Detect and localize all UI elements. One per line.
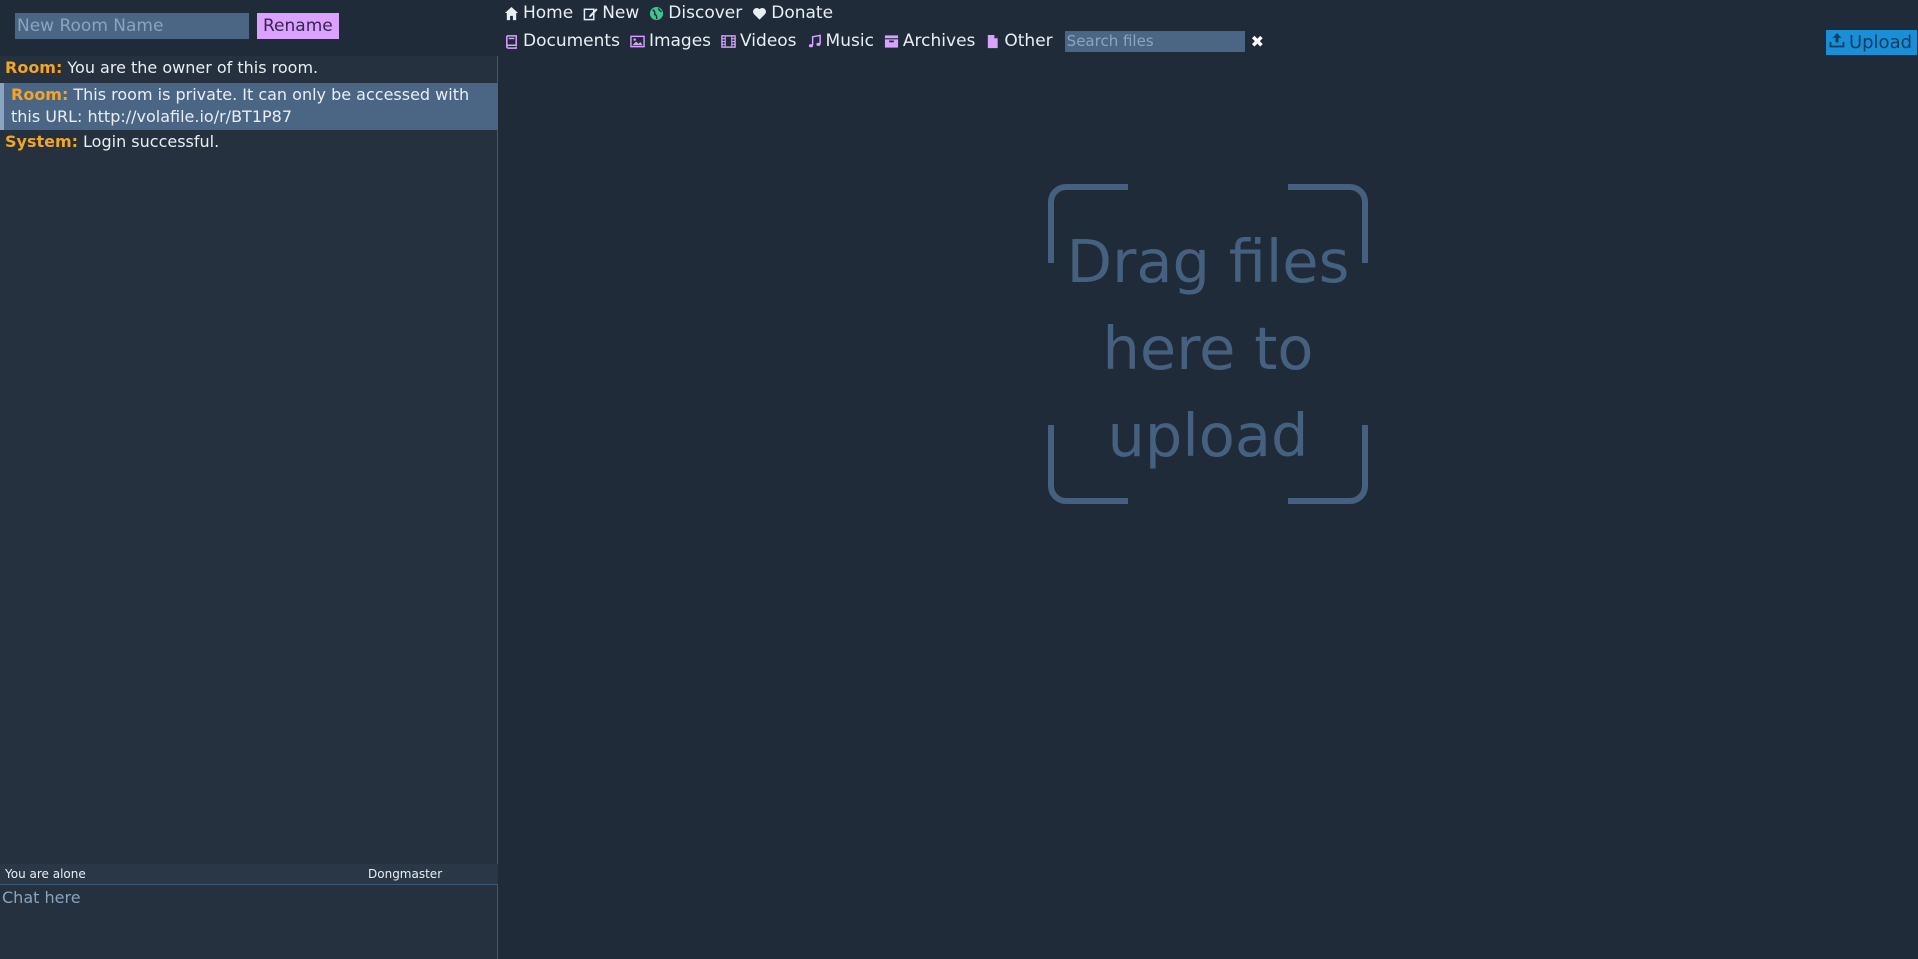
edit-icon [583,6,598,21]
filter-label: Videos [740,31,797,51]
nav-discover[interactable]: Discover [649,3,742,23]
home-icon [504,6,519,21]
message-author[interactable]: Room: [5,58,62,77]
filter-label: Images [648,31,712,51]
rename-button[interactable]: Rename [257,13,339,39]
filter-label: Documents [523,31,620,51]
message-author[interactable]: Room: [11,85,68,104]
filter-music[interactable]: Music [807,31,874,51]
file-panel: Home New Discover Donate Documents Image… [499,0,1918,959]
nav-donate[interactable]: Donate [752,3,833,23]
message-text: Login successful. [83,132,220,151]
filter-label: Archives [902,31,976,51]
drop-zone[interactable]: Drag files here to upload [1048,184,1368,504]
nav-label: Discover [668,3,743,23]
message-author[interactable]: System: [5,132,78,151]
music-icon [807,34,822,49]
nav-new[interactable]: New [583,3,639,23]
file-icon [985,34,1000,49]
upload-button[interactable]: Upload [1826,30,1917,55]
upload-label: Upload [1848,32,1913,53]
globe-icon [649,6,664,21]
film-icon [721,34,736,49]
drop-text-line: Drag files [1066,227,1350,296]
chat-input[interactable] [0,886,497,959]
message-text: This room is private. It can only be acc… [11,85,470,126]
file-filters: Documents Images Videos Music Archives O… [504,30,1264,52]
clear-search-icon[interactable]: ✖ [1251,32,1264,51]
nav-label: Home [523,3,574,23]
chat-messages: Room: You are the owner of this room. Roo… [0,56,498,155]
image-icon [630,34,645,49]
archive-icon [884,34,899,49]
filter-other[interactable]: Other [985,31,1053,51]
drop-text-line: upload [1107,401,1309,470]
drop-zone-text: Drag files here to upload [1048,218,1368,479]
filter-archives[interactable]: Archives [884,31,975,51]
nav-home[interactable]: Home [504,3,573,23]
filter-documents[interactable]: Documents [504,31,620,51]
heart-icon [752,6,767,21]
search-files-input[interactable] [1064,30,1245,52]
room-name-input[interactable] [15,13,249,39]
drop-text-line: here to [1102,314,1314,383]
filter-label: Music [825,31,874,51]
filter-videos[interactable]: Videos [721,31,797,51]
nav-label: Donate [771,3,834,23]
nav-label: New [602,3,640,23]
user-list-bar: You are alone Dongmaster [0,864,498,885]
upload-icon [1829,32,1845,53]
user-count-label: You are alone [5,867,86,881]
message-text: You are the owner of this room. [67,58,319,77]
rename-bar: Rename [0,0,498,56]
filter-images[interactable]: Images [630,31,711,51]
chat-message-highlighted: Room: This room is private. It can only b… [0,83,498,130]
chat-message: Room: You are the owner of this room. [0,56,498,81]
username[interactable]: Dongmaster [368,864,442,885]
filter-label: Other [1004,31,1053,51]
top-nav: Home New Discover Donate [504,2,843,24]
book-icon [504,34,519,49]
chat-panel: Rename Room: You are the owner of this ro… [0,0,498,959]
chat-message: System: Login successful. [0,130,498,155]
